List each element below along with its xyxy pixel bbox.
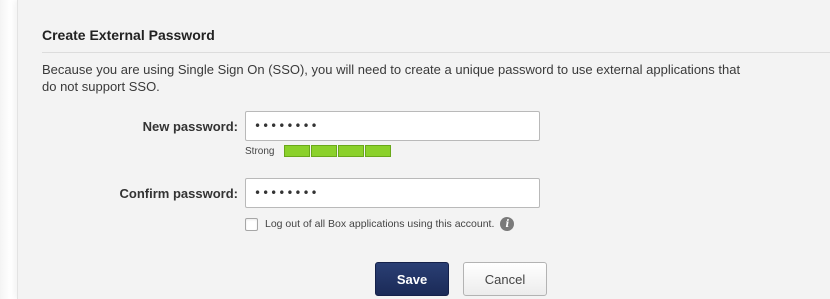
- cancel-button[interactable]: Cancel: [463, 262, 547, 296]
- new-password-input[interactable]: ••••••••: [245, 111, 540, 141]
- confirm-password-label: Confirm password:: [119, 186, 238, 201]
- strength-label: Strong: [245, 145, 275, 157]
- password-strength-meter: Strong: [245, 145, 392, 157]
- logout-option-row: Log out of all Box applications using th…: [245, 217, 515, 231]
- description-line-1: Because you are using Single Sign On (SS…: [42, 62, 741, 77]
- strength-bar-segment: [284, 145, 311, 157]
- title-divider: [42, 52, 830, 53]
- strength-bar-segment: [311, 145, 338, 157]
- description-line-2: do not support SSO.: [42, 79, 160, 94]
- logout-all-label[interactable]: Log out of all Box applications using th…: [265, 218, 494, 230]
- save-button[interactable]: Save: [375, 262, 449, 296]
- left-page-edge: [0, 0, 10, 299]
- strength-bar-segment: [365, 145, 392, 157]
- description: Because you are using Single Sign On (SS…: [42, 61, 830, 95]
- panel-title: Create External Password: [42, 27, 215, 43]
- create-external-password-panel: Create External Password Because you are…: [17, 0, 830, 299]
- logout-all-checkbox[interactable]: [245, 217, 258, 231]
- confirm-password-input[interactable]: ••••••••: [245, 178, 540, 208]
- new-password-label: New password:: [142, 119, 238, 134]
- info-icon[interactable]: i: [500, 217, 515, 231]
- strength-bar-segment: [338, 145, 365, 157]
